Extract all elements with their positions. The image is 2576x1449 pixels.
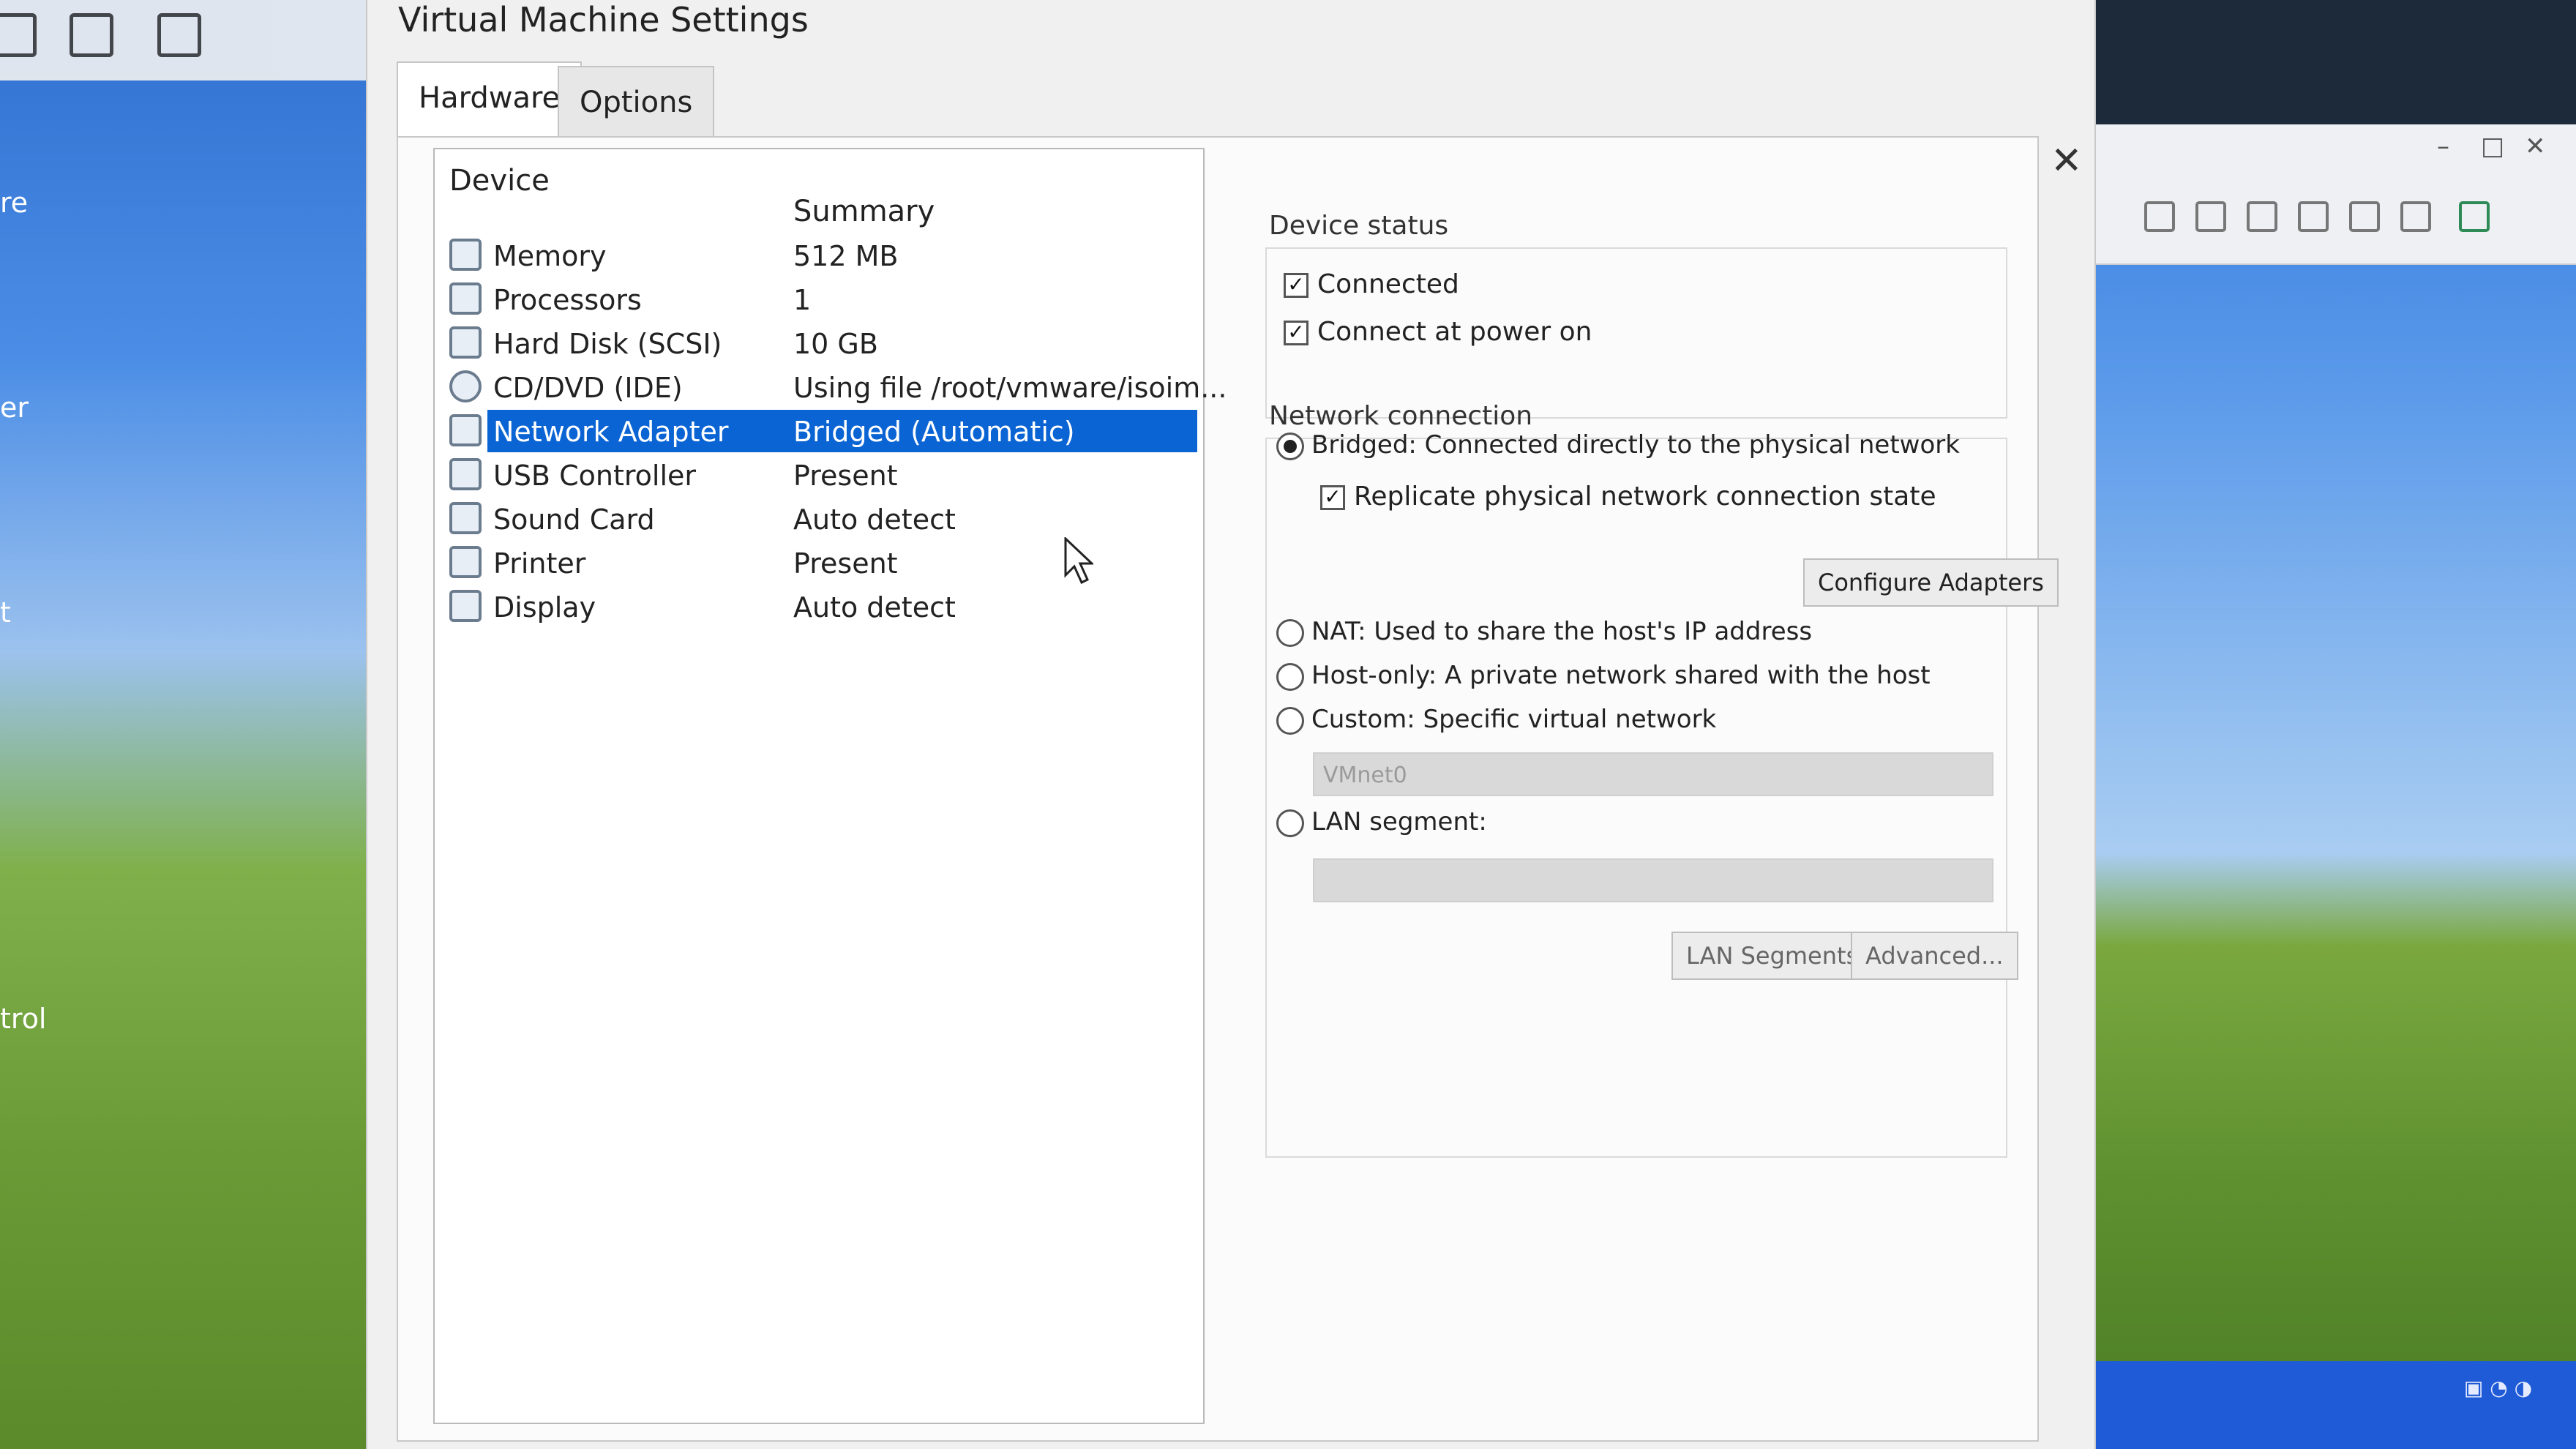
host-only-label: Host-only: A private network shared with… (1311, 661, 1931, 690)
device-label: Hard Disk (SCSI) (493, 328, 722, 360)
move-icon[interactable] (0, 13, 37, 57)
device-label: Printer (493, 547, 586, 580)
device-summary: 10 GB (793, 328, 878, 360)
radio-unselected-icon (1276, 662, 1304, 691)
system-tray-icon: ▣ ◔ ◑ (2463, 1376, 2532, 1400)
vm-device-icon-7[interactable] (2459, 201, 2490, 232)
bridged-label: Bridged: Connected directly to the physi… (1311, 430, 1960, 460)
maximize-icon[interactable]: □ (2481, 132, 2504, 161)
bridged-radio[interactable]: Bridged: Connected directly to the physi… (1276, 430, 1960, 460)
custom-network-select[interactable]: VMnet0 (1313, 752, 1993, 796)
lan-segment-select[interactable] (1313, 858, 1993, 902)
hardware-panel: Device Summary Memory 512 MB Processors … (397, 136, 2059, 1442)
vm-toolbar-left (0, 0, 366, 80)
connect-at-power-on-label: Connect at power on (1317, 317, 1592, 347)
display-icon (449, 590, 482, 622)
radio-unselected-icon (1276, 618, 1304, 647)
device-status-label: Device status (1269, 211, 1449, 241)
vm-device-icon-3[interactable] (2247, 201, 2277, 232)
device-label: USB Controller (493, 460, 697, 492)
device-list[interactable]: Device Summary Memory 512 MB Processors … (433, 148, 1227, 1424)
device-summary: 512 MB (793, 240, 899, 272)
desktop-background-left (0, 0, 366, 1449)
vm-settings-dialog: Virtual Machine Settings ✕ Hardware Opti… (366, 0, 2096, 1449)
checkbox-checked-icon: ✓ (1284, 321, 1308, 345)
device-row-usb-controller[interactable]: USB Controller Present (442, 454, 1188, 496)
device-summary: Bridged (Automatic) (793, 416, 1075, 448)
minimize-icon[interactable]: – (2437, 132, 2449, 161)
nat-radio[interactable]: NAT: Used to share the host's IP address (1276, 617, 1812, 647)
advanced-button[interactable]: Advanced... (1851, 932, 2018, 980)
device-summary: Present (793, 460, 898, 492)
tab-hardware[interactable]: Hardware (397, 61, 583, 139)
replicate-label: Replicate physical network connection st… (1354, 482, 1936, 512)
bg-label-3: t (0, 596, 11, 629)
device-label: Memory (493, 240, 607, 272)
connect-at-power-on-checkbox[interactable]: ✓ Connect at power on (1284, 317, 1592, 347)
fullscreen-icon[interactable] (70, 13, 113, 57)
connected-checkbox[interactable]: ✓ Connected (1284, 269, 1459, 299)
cd-dvd-icon (449, 370, 482, 402)
configure-adapters-button[interactable]: Configure Adapters (1803, 558, 2059, 607)
tab-options[interactable]: Options (558, 66, 715, 138)
processor-icon (449, 282, 482, 315)
device-row-memory[interactable]: Memory 512 MB (442, 234, 1188, 277)
vm-device-icon-2[interactable] (2195, 201, 2226, 232)
bg-label-4: trol (0, 1003, 47, 1035)
device-label: Network Adapter (493, 416, 729, 448)
network-connection-label: Network connection (1269, 401, 1533, 431)
device-row-processors[interactable]: Processors 1 (442, 278, 1188, 321)
lan-segment-radio[interactable]: LAN segment: (1276, 807, 1487, 837)
device-summary: Using file /root/vmware/isoim... (793, 372, 1227, 404)
lan-segment-label: LAN segment: (1311, 807, 1487, 836)
bg-label-1: re (0, 187, 29, 219)
device-row-hard-disk[interactable]: Hard Disk (SCSI) 10 GB (442, 322, 1188, 364)
printer-icon (449, 546, 482, 578)
device-summary: Auto detect (793, 591, 956, 624)
dialog-title: Virtual Machine Settings (398, 0, 809, 40)
nat-label: NAT: Used to share the host's IP address (1311, 617, 1813, 646)
custom-radio[interactable]: Custom: Specific virtual network (1276, 705, 1716, 735)
device-label: CD/DVD (IDE) (493, 372, 683, 404)
device-row-cd-dvd[interactable]: CD/DVD (IDE) Using file /root/vmware/iso… (442, 366, 1227, 408)
radio-unselected-icon (1276, 706, 1304, 735)
host-only-radio[interactable]: Host-only: A private network shared with… (1276, 661, 1931, 691)
device-summary: Auto detect (793, 503, 956, 536)
device-row-sound-card[interactable]: Sound Card Auto detect (442, 498, 1188, 540)
checkbox-checked-icon: ✓ (1320, 485, 1345, 510)
vm-device-icon-6[interactable] (2400, 201, 2431, 232)
custom-label: Custom: Specific virtual network (1311, 705, 1717, 734)
device-label: Display (493, 591, 596, 624)
device-summary: 1 (793, 284, 812, 316)
device-row-network-adapter[interactable]: Network Adapter Bridged (Automatic) (442, 410, 1197, 452)
hard-disk-icon (449, 326, 482, 359)
memory-icon (449, 239, 482, 271)
network-adapter-icon (449, 414, 482, 446)
vm-device-icon-4[interactable] (2298, 201, 2329, 232)
summary-column-header[interactable]: Summary (793, 195, 935, 228)
checkbox-checked-icon: ✓ (1284, 273, 1308, 298)
device-row-display[interactable]: Display Auto detect (442, 585, 1188, 628)
usb-icon (449, 458, 482, 490)
connected-label: Connected (1317, 269, 1459, 299)
device-label: Sound Card (493, 503, 655, 536)
network-connection-group (1265, 438, 2007, 1158)
replicate-state-checkbox[interactable]: ✓ Replicate physical network connection s… (1320, 482, 1936, 512)
radio-selected-icon (1276, 432, 1304, 460)
vm-device-icon-1[interactable] (2144, 201, 2175, 232)
device-summary: Present (793, 547, 898, 580)
speaker-icon (449, 502, 482, 534)
radio-unselected-icon (1276, 809, 1304, 837)
close-icon[interactable]: ✕ (2051, 139, 2083, 183)
vm-device-icon-5[interactable] (2349, 201, 2380, 232)
device-column-header[interactable]: Device (449, 164, 550, 198)
device-label: Processors (493, 284, 642, 316)
mouse-cursor-icon (1064, 537, 1093, 584)
window-copy-icon[interactable] (157, 13, 201, 57)
window-close-icon[interactable]: ✕ (2525, 132, 2546, 161)
bg-label-2: er (0, 392, 29, 424)
